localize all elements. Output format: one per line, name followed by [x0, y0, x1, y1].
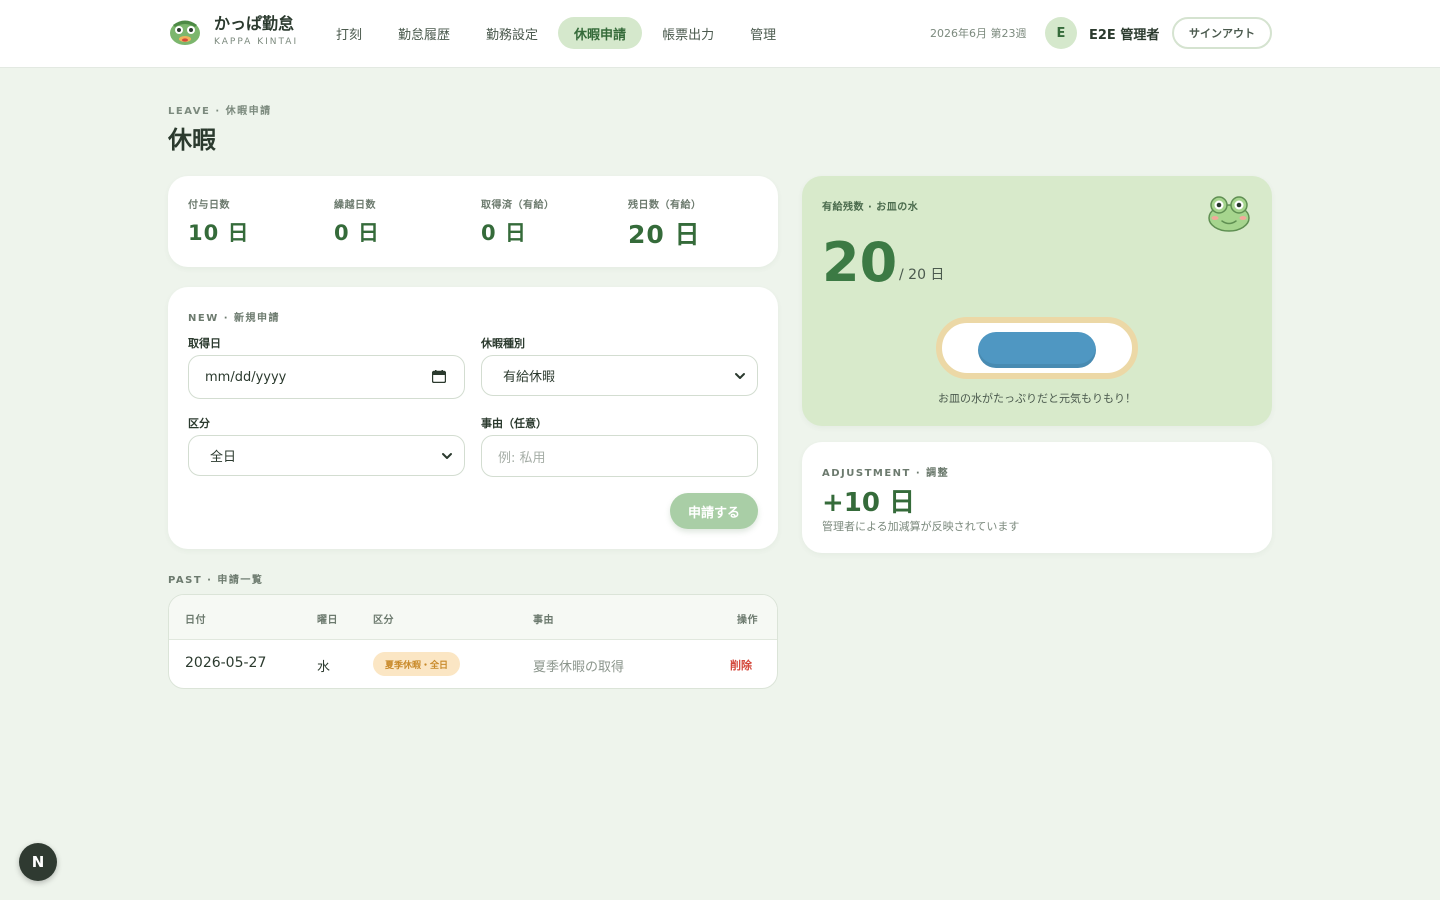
balance-total: / 20 日 [899, 267, 945, 283]
stat-carried-over: 繰越日数 0 日 [334, 196, 380, 247]
past-eyebrow: PAST · 申請一覧 [168, 575, 264, 586]
division-value: 全日 [210, 450, 237, 465]
division-select[interactable]: 全日 [188, 435, 465, 476]
adjustment-note: 管理者による加減算が反映されています [822, 520, 1020, 533]
division-label: 区分 [188, 417, 210, 430]
leave-type-value: 有給休暇 [503, 370, 556, 385]
date-input[interactable]: mm/dd/yyyy [188, 355, 465, 399]
page-eyebrow: LEAVE · 休暇申請 [168, 106, 272, 117]
division-badge: 夏季休暇・全日 [373, 652, 461, 676]
leave-summary-card: 付与日数 10 日 繰越日数 0 日 取得済（有給） 0 日 残日数（有給） 2… [168, 176, 778, 267]
app-subtitle: KAPPA KINTAI [214, 37, 299, 47]
chevron-down-icon [735, 373, 745, 379]
leave-type-select[interactable]: 有給休暇 [481, 355, 758, 396]
signout-button[interactable]: サインアウト [1172, 17, 1272, 49]
date-value: mm/dd/yyyy [205, 369, 287, 385]
calendar-icon[interactable] [432, 370, 446, 383]
past-requests-table: 日付 曜日 区分 事由 操作 2026-05-27 水 夏季休暇・全日 夏季休暇… [168, 594, 778, 689]
water-dish [936, 317, 1138, 379]
stat-remaining: 残日数（有給） 20 日 [628, 196, 702, 251]
delete-button[interactable]: 削除 [730, 657, 752, 673]
nav-item-report-export[interactable]: 帳票出力 [646, 17, 730, 49]
table-header: 日付 曜日 区分 事由 操作 [169, 595, 777, 640]
reason-label: 事由（任意） [481, 417, 547, 430]
column-header-date: 日付 [185, 615, 206, 626]
stat-value: 10 日 [188, 221, 250, 245]
reason-input[interactable]: 例: 私用 [481, 435, 758, 477]
chevron-down-icon [442, 453, 452, 459]
column-header-weekday: 曜日 [317, 615, 338, 626]
column-header-action: 操作 [737, 615, 758, 626]
leave-type-label: 休暇種別 [481, 337, 525, 350]
submit-request-button[interactable]: 申請する [670, 493, 758, 529]
kappa-mascot-icon [1208, 196, 1250, 232]
column-header-division: 区分 [373, 615, 394, 626]
main-nav: 打刻 勤怠履歴 勤務設定 休暇申請 帳票出力 管理 [320, 17, 792, 49]
form-eyebrow: NEW · 新規申請 [188, 313, 280, 324]
row-weekday: 水 [317, 660, 331, 675]
date-label: 取得日 [188, 337, 221, 350]
stat-label: 繰越日数 [334, 200, 376, 211]
adjustment-eyebrow: ADJUSTMENT · 調整 [822, 468, 950, 479]
page-title: 休暇 [168, 126, 216, 154]
stat-label: 付与日数 [188, 200, 230, 211]
paid-leave-balance-card: 有給残数 · お皿の水 20 / 20 日 お皿の水がたっぷりだと元気もりもり！ [802, 176, 1272, 426]
water-level [978, 332, 1096, 368]
nav-item-admin[interactable]: 管理 [734, 17, 792, 49]
row-date: 2026-05-27 [185, 655, 267, 671]
stat-value: 0 日 [481, 221, 527, 245]
stat-value: 20 日 [628, 220, 701, 249]
row-reason: 夏季休暇の取得 [533, 660, 625, 675]
stat-label: 取得済（有給） [481, 200, 555, 211]
column-header-reason: 事由 [533, 615, 554, 626]
stat-value: 0 日 [334, 221, 380, 245]
balance-label: 有給残数 · お皿の水 [822, 202, 919, 213]
stat-label: 残日数（有給） [628, 200, 702, 211]
nav-item-work-settings[interactable]: 勤務設定 [470, 17, 554, 49]
app-title: かっぱ勤怠 [214, 14, 295, 33]
balance-remaining: 20 [822, 231, 898, 294]
nav-item-leave-request[interactable]: 休暇申請 [558, 17, 643, 49]
nav-item-clock-in[interactable]: 打刻 [320, 17, 378, 49]
current-week: 2026年6月 第23週 [930, 27, 1027, 40]
kappa-logo-icon [170, 20, 200, 45]
adjustment-card: ADJUSTMENT · 調整 +10 日 管理者による加減算が反映されています [802, 442, 1272, 553]
stat-taken: 取得済（有給） 0 日 [481, 196, 555, 247]
adjustment-value: +10 日 [822, 488, 916, 518]
new-request-form: NEW · 新規申請 取得日 mm/dd/yyyy 休暇種別 有給休暇 区分 全… [168, 287, 778, 549]
app-logo[interactable]: かっぱ勤怠 KAPPA KINTAI [168, 14, 298, 48]
balance-caption: お皿の水がたっぷりだと元気もりもり！ [938, 392, 1136, 405]
top-header: かっぱ勤怠 KAPPA KINTAI 打刻 勤怠履歴 勤務設定 休暇申請 帳票出… [0, 0, 1440, 68]
dev-tools-badge[interactable]: N [19, 843, 57, 881]
nav-item-attendance-history[interactable]: 勤怠履歴 [382, 17, 466, 49]
avatar[interactable]: E [1045, 17, 1077, 49]
stat-granted: 付与日数 10 日 [188, 196, 250, 247]
user-name: E2E 管理者 [1089, 28, 1160, 43]
reason-placeholder: 例: 私用 [498, 450, 546, 466]
